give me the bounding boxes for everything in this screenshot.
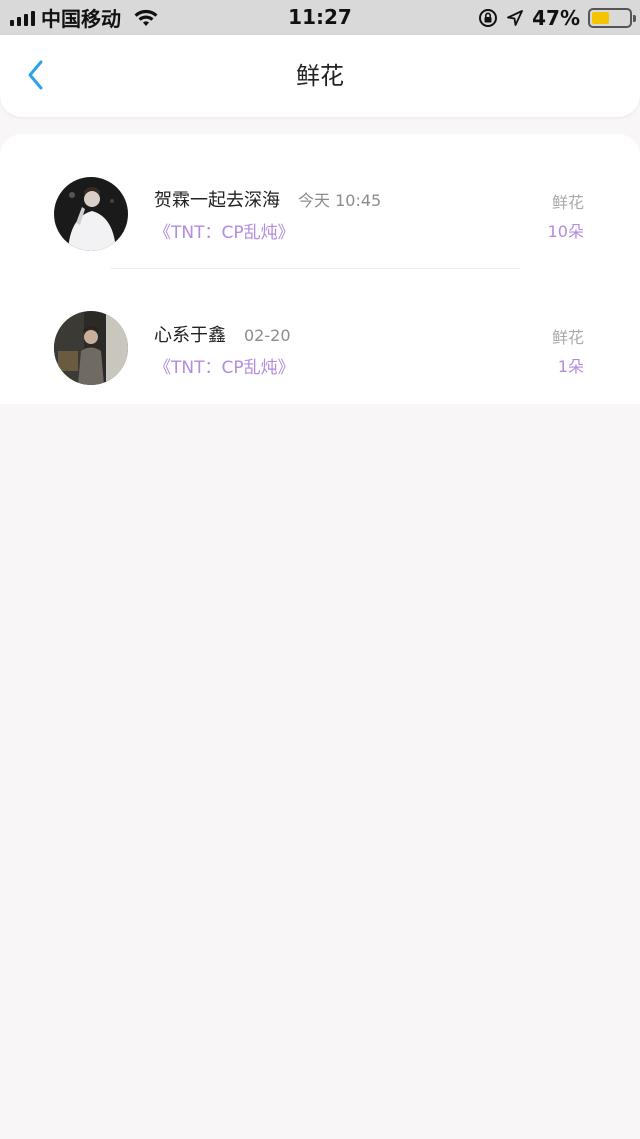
gift-record-list: 贺霖一起去深海 今天 10:45 《TNT：CP乱炖》 鲜花 10朵 心系于鑫 … (0, 134, 640, 404)
timestamp: 今天 10:45 (298, 191, 382, 210)
list-item[interactable]: 心系于鑫 02-20 《TNT：CP乱炖》 鲜花 1朵 (0, 269, 640, 403)
location-arrow-icon (507, 9, 524, 26)
status-right: 47% (478, 0, 636, 35)
avatar[interactable] (54, 177, 128, 251)
orientation-lock-icon (479, 8, 498, 27)
battery-percent: 47% (532, 5, 580, 30)
avatar[interactable] (54, 311, 128, 385)
gift-type: 鲜花 (551, 328, 584, 347)
book-title[interactable]: 《TNT：CP乱炖》 (154, 218, 295, 243)
timestamp: 02-20 (244, 326, 291, 345)
sender-name[interactable]: 贺霖一起去深海 (154, 186, 280, 212)
gift-count: 1朵 (557, 357, 584, 376)
sender-name[interactable]: 心系于鑫 (154, 321, 226, 347)
list-item[interactable]: 贺霖一起去深海 今天 10:45 《TNT：CP乱炖》 鲜花 10朵 (0, 134, 640, 268)
gift-type: 鲜花 (551, 193, 584, 212)
book-title[interactable]: 《TNT：CP乱炖》 (154, 353, 295, 378)
sender-line: 心系于鑫 02-20 (154, 321, 291, 347)
nav-bar: 鲜花 (0, 35, 640, 117)
status-bar: 中国移动 11:27 47% (0, 0, 640, 35)
sender-line: 贺霖一起去深海 今天 10:45 (154, 186, 381, 212)
battery-level (592, 11, 609, 24)
gift-count: 10朵 (547, 222, 584, 241)
page-title: 鲜花 (296, 62, 344, 90)
battery-icon (588, 7, 636, 28)
